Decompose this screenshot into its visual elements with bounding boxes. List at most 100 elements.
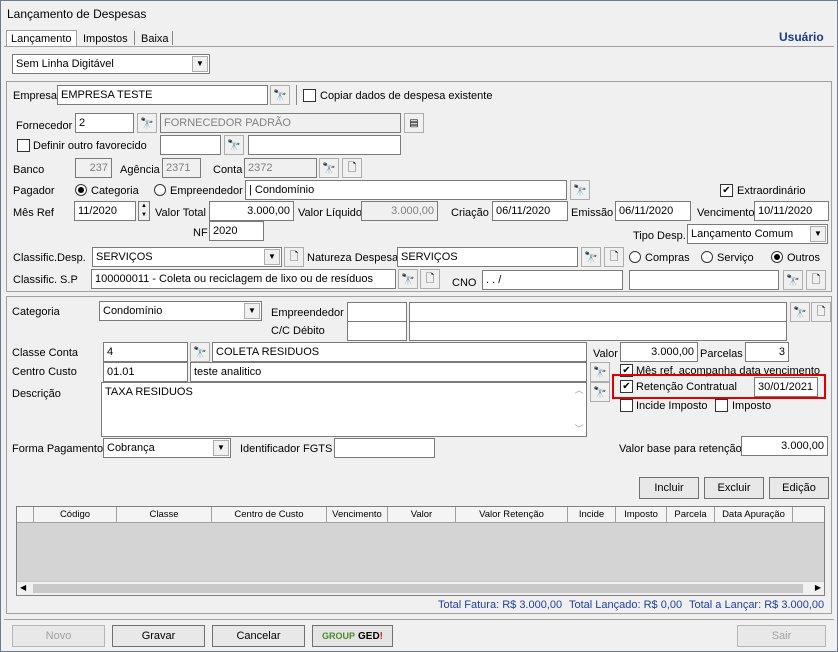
empresa-field[interactable]: EMPRESA TESTE: [57, 85, 268, 105]
col-valor-retencao[interactable]: Valor Retenção: [456, 507, 568, 523]
search-descricao-button[interactable]: 🔭: [590, 382, 610, 402]
classifsp-field[interactable]: 100000011 - Coleta ou reciclagem de lixo…: [91, 269, 396, 289]
copiar-checkbox[interactable]: [303, 89, 316, 102]
empreendedor-doc-button[interactable]: 🗋: [811, 302, 831, 322]
vencimento-field[interactable]: 10/11/2020: [754, 201, 829, 221]
col-classe[interactable]: Classe: [117, 507, 212, 523]
search-natureza-button[interactable]: 🔭: [581, 247, 601, 267]
classifsp-doc-button[interactable]: 🗋: [420, 269, 440, 289]
pagador-categoria-radio[interactable]: [75, 184, 87, 196]
col-imposto[interactable]: Imposto: [616, 507, 667, 523]
scroll-thumb[interactable]: [33, 584, 803, 593]
cno-field[interactable]: . . /: [482, 270, 623, 290]
classif-select[interactable]: SERVIÇOS ▼: [92, 247, 282, 267]
nf-label: NF: [193, 227, 208, 239]
cancelar-button[interactable]: Cancelar: [212, 625, 305, 647]
search-favorecido-button[interactable]: 🔭: [224, 135, 244, 155]
empreendedor-name-field[interactable]: [409, 302, 787, 322]
extraordinario-checkbox[interactable]: ✔: [720, 184, 733, 197]
retencao-date-field[interactable]: 30/01/2021: [754, 377, 818, 397]
linha-digitavel-select[interactable]: Sem Linha Digitável ▼: [12, 54, 210, 74]
imposto-checkbox[interactable]: [715, 399, 728, 412]
natureza-field[interactable]: SERVIÇOS: [397, 247, 578, 267]
search-classeconta-button[interactable]: 🔭: [190, 342, 210, 362]
document-icon: 🗋: [609, 250, 619, 263]
agencia-label: Agência: [120, 164, 160, 176]
ccdebito-name-field[interactable]: [409, 321, 787, 341]
classif-doc-button[interactable]: 🗋: [284, 247, 304, 267]
valortotal-field[interactable]: 3.000,00: [209, 201, 294, 221]
items-grid[interactable]: Código Classe Centro de Custo Vencimento…: [16, 506, 825, 596]
incluir-button[interactable]: Incluir: [639, 477, 699, 499]
col-centro-custo[interactable]: Centro de Custo: [212, 507, 327, 523]
excluir-button[interactable]: Excluir: [704, 477, 764, 499]
valor-field[interactable]: 3.000,00: [620, 342, 698, 362]
fornecedor-details-button[interactable]: ▤: [404, 113, 424, 133]
grid-hscrollbar[interactable]: ◀ ▶: [17, 581, 824, 595]
col-data-apuracao[interactable]: Data Apuração: [715, 507, 793, 523]
formapag-select[interactable]: Cobrança ▼: [103, 438, 231, 458]
search-empreendedor-button[interactable]: 🔭: [790, 302, 810, 322]
novo-button[interactable]: Novo: [12, 625, 105, 647]
compras-radio[interactable]: [629, 251, 641, 263]
col-valor[interactable]: Valor: [388, 507, 456, 523]
edicao-button[interactable]: Edição: [769, 477, 829, 499]
mesref-spinner[interactable]: ▲ ▼: [138, 201, 150, 221]
servico-radio[interactable]: [701, 251, 713, 263]
outros-radio[interactable]: [771, 251, 783, 263]
col-parcela[interactable]: Parcela: [667, 507, 715, 523]
ccdebito-code-field[interactable]: [347, 321, 407, 341]
descricao-scrollbar[interactable]: ︿ ﹀: [573, 383, 585, 436]
emissao-field[interactable]: 06/11/2020: [615, 201, 691, 221]
criacao-field[interactable]: 06/11/2020: [492, 201, 568, 221]
fgts-field[interactable]: [334, 438, 435, 458]
tab-lancamento[interactable]: Lançamento: [6, 30, 77, 47]
cno-name-field[interactable]: [629, 270, 779, 290]
scroll-right-icon: ▶: [814, 583, 821, 592]
gravar-button[interactable]: Gravar: [112, 625, 205, 647]
natureza-label: Natureza Despesa: [307, 252, 399, 264]
search-conta-button[interactable]: 🔭: [319, 158, 339, 178]
natureza-doc-button[interactable]: 🗋: [604, 247, 624, 267]
search-classifsp-button[interactable]: 🔭: [398, 269, 418, 289]
total-a-lancar: Total a Lançar: R$ 3.000,00: [689, 599, 825, 611]
search-cno-button[interactable]: 🔭: [783, 270, 803, 290]
empreendedor-code-field[interactable]: [347, 302, 407, 322]
parcelas-field[interactable]: 3: [745, 342, 789, 362]
pagador-field[interactable]: | Condomínio: [245, 180, 567, 200]
classeconta-name-field[interactable]: COLETA RESIDUOS: [212, 342, 587, 362]
favorecido-name-field[interactable]: [248, 135, 401, 155]
nf-field[interactable]: 2020: [209, 221, 264, 241]
pagador-empreendedor-radio[interactable]: [154, 184, 166, 196]
search-centrocusto-button[interactable]: 🔭: [590, 362, 610, 382]
tab-impostos[interactable]: Impostos: [83, 32, 128, 46]
empresa-label: Empresa: [13, 90, 58, 102]
valorbase-field[interactable]: 3.000,00: [741, 436, 828, 456]
col-incide[interactable]: Incide: [568, 507, 616, 523]
tab-baixa[interactable]: Baixa: [141, 32, 169, 46]
categoria-select[interactable]: Condomínio ▼: [99, 301, 262, 321]
binoculars-icon: 🔭: [322, 162, 336, 175]
mesref-field[interactable]: 11/2020: [74, 201, 136, 221]
favorecido-checkbox[interactable]: [17, 139, 30, 152]
classeconta-code-field[interactable]: 4: [103, 342, 188, 362]
conta-doc-button[interactable]: 🗋: [342, 158, 362, 178]
descricao-textarea[interactable]: TAXA RESIDUOS: [101, 382, 587, 437]
outros-label: Outros: [787, 252, 821, 264]
search-empresa-button[interactable]: 🔭: [270, 85, 290, 105]
tab-label: Lançamento: [11, 33, 72, 45]
cno-doc-button[interactable]: 🗋: [806, 270, 826, 290]
sair-button[interactable]: Sair: [737, 625, 826, 647]
tipodesp-select[interactable]: Lançamento Comum ▼: [687, 224, 828, 244]
col-vencimento[interactable]: Vencimento: [327, 507, 388, 523]
fornecedor-code-field[interactable]: 2: [75, 113, 134, 133]
incide-imposto-checkbox[interactable]: [620, 399, 633, 412]
col-codigo[interactable]: Código: [34, 507, 117, 523]
centrocusto-name-field[interactable]: teste analitico: [190, 362, 587, 382]
group-ged-button[interactable]: GROUP GED !: [312, 625, 393, 647]
favorecido-code-field[interactable]: [160, 135, 221, 155]
retencao-checkbox[interactable]: ✔: [620, 380, 633, 393]
search-fornecedor-button[interactable]: 🔭: [137, 113, 157, 133]
search-pagador-button[interactable]: 🔭: [570, 180, 590, 200]
centrocusto-code-field[interactable]: 01.01: [103, 362, 188, 382]
